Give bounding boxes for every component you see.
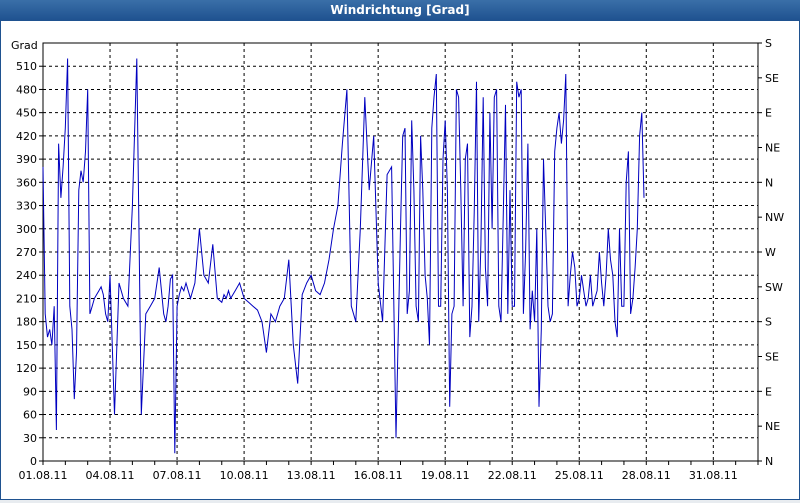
y-tick-label: 0: [30, 455, 37, 468]
x-tick-label: 13.08.11: [287, 469, 336, 482]
x-tick-label: 07.08.11: [153, 469, 202, 482]
wind-direction-chart: Grad 0 30 60 90 120 150 180 210 240 270 300 330 360 3…: [11, 37, 784, 482]
right-tick-label: N: [765, 176, 773, 189]
y-axis-unit-label: Grad: [11, 39, 38, 52]
chart-title: Windrichtung [Grad]: [0, 0, 800, 20]
right-tick-label: N: [765, 455, 773, 468]
y-tick-label: 30: [23, 432, 37, 445]
x-tick-label: 16.08.11: [354, 469, 403, 482]
right-tick-label: W: [765, 246, 776, 259]
y-tick-label: 390: [16, 153, 37, 166]
x-tick-label: 31.08.11: [689, 469, 738, 482]
right-tick-label: NE: [765, 420, 780, 433]
y-tick-label: 210: [16, 292, 37, 305]
y-tick-label: 330: [16, 200, 37, 213]
right-tick-label: S: [765, 316, 772, 329]
x-tick-label: 25.08.11: [555, 469, 604, 482]
x-tick-label: 01.08.11: [19, 469, 68, 482]
x-tick-label: 22.08.11: [488, 469, 537, 482]
y-tick-label: 510: [16, 60, 37, 73]
y-tick-label: 90: [23, 385, 37, 398]
right-tick-label: SE: [765, 351, 779, 364]
right-tick-label: NW: [765, 211, 784, 224]
y-tick-label: 180: [16, 316, 37, 329]
y-tick-label: 300: [16, 223, 37, 236]
x-tick-label: 10.08.11: [220, 469, 269, 482]
right-axis: N NE E SE S SW W NW N NE E SE S: [758, 37, 784, 468]
left-axis: 0 30 60 90 120 150 180 210 240 270 300 330 360 390 420…: [16, 60, 43, 468]
y-tick-label: 120: [16, 362, 37, 375]
x-tick-label: 04.08.11: [86, 469, 135, 482]
y-tick-label: 270: [16, 246, 37, 259]
y-tick-label: 150: [16, 339, 37, 352]
y-tick-label: 360: [16, 176, 37, 189]
right-tick-label: S: [765, 37, 772, 50]
right-tick-label: SW: [765, 281, 783, 294]
x-axis: 01.08.11 04.08.11 07.08.11 10.08.11 13.08.11…: [19, 461, 759, 482]
y-tick-label: 450: [16, 107, 37, 120]
chart-frame: Grad 0 30 60 90 120 150 180 210 240 270 300 330 360 3…: [0, 20, 800, 500]
right-tick-label: NE: [765, 142, 780, 155]
right-tick-label: E: [765, 385, 772, 398]
x-tick-label: 19.08.11: [421, 469, 470, 482]
x-tick-label: 28.08.11: [622, 469, 671, 482]
right-tick-label: SE: [765, 72, 779, 85]
y-tick-label: 240: [16, 269, 37, 282]
y-tick-label: 480: [16, 83, 37, 96]
y-tick-label: 60: [23, 409, 37, 422]
right-tick-label: E: [765, 107, 772, 120]
y-tick-label: 420: [16, 130, 37, 143]
